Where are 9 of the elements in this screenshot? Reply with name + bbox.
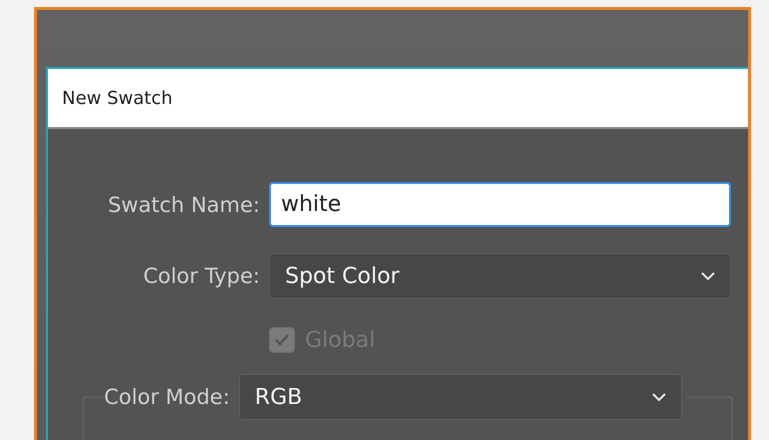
swatch-name-field[interactable]: white [269, 182, 731, 227]
field-label: Color Mode: [104, 385, 230, 409]
chevron-down-icon [650, 392, 667, 402]
chevron-down-icon [700, 271, 716, 281]
dropdown[interactable]: RGB [238, 374, 682, 420]
field-label: Color Type: [143, 264, 260, 288]
dialog-title: New Swatch [62, 88, 173, 108]
field-label: Swatch Name: [108, 192, 260, 216]
dropdown[interactable]: Spot Color [269, 253, 731, 299]
